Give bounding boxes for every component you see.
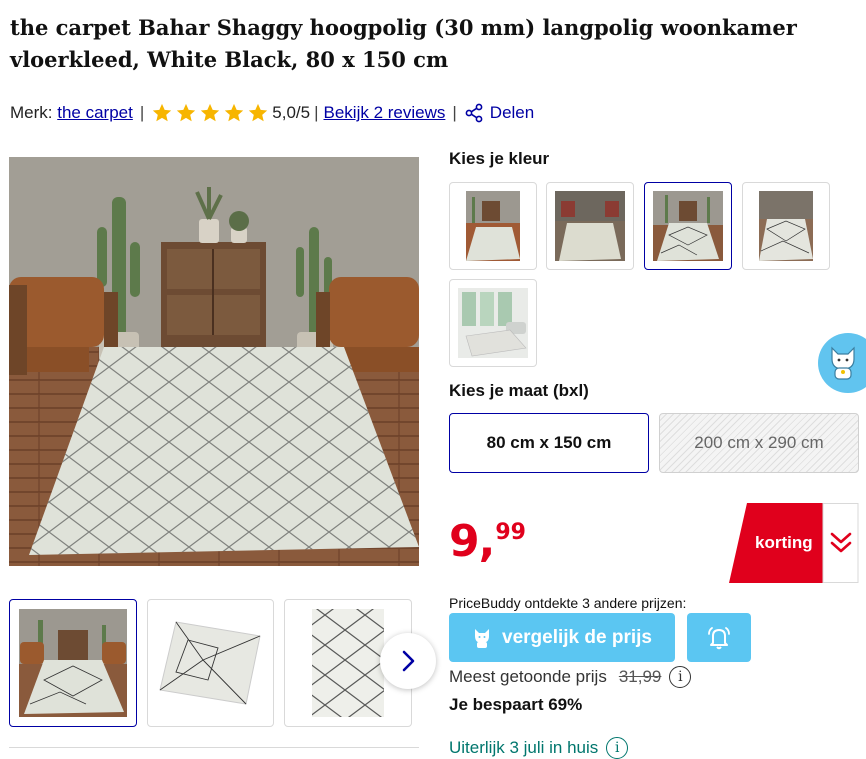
product-title: the carpet Bahar Shaggy hoogpolig (30 mm… <box>10 15 797 72</box>
price-alert-button[interactable] <box>687 613 751 662</box>
chevron-right-icon <box>402 650 415 672</box>
divider <box>9 747 419 748</box>
rating-stars <box>151 102 269 124</box>
star-icon <box>249 103 268 122</box>
compare-price-label: vergelijk de prijs <box>502 626 652 648</box>
color-option-4[interactable] <box>742 182 830 270</box>
most-shown-label: Meest getoonde prijs <box>449 667 607 686</box>
saving-text: Je bespaart 69% <box>449 695 583 714</box>
lucky-cat-icon <box>831 346 855 380</box>
product-price: 9,99 <box>449 520 526 564</box>
product-meta-row: Merk: the carpet | 5,0/5 | Bekijk 2 revi… <box>10 102 534 124</box>
color-option-5[interactable] <box>449 279 537 367</box>
color-option-2[interactable] <box>546 182 634 270</box>
share-button[interactable]: Delen <box>464 103 534 123</box>
cat-icon <box>475 628 490 648</box>
delivery-text: Uiterlijk 3 juli in huis <box>449 738 599 757</box>
size-select-label: Kies je maat (bxl) <box>449 381 589 400</box>
share-icon <box>465 103 483 123</box>
share-label: Delen <box>489 103 535 122</box>
chat-assistant-button[interactable] <box>818 333 866 393</box>
separator: | <box>314 103 319 122</box>
color-select-label: Kies je kleur <box>449 149 550 168</box>
price-integer: 9, <box>449 516 495 567</box>
star-icon <box>153 103 172 122</box>
gallery-thumbnail-1[interactable] <box>9 599 137 727</box>
size-option-label: 80 cm x 150 cm <box>486 433 612 452</box>
rating-score: 5,0/5 <box>272 103 311 122</box>
star-icon <box>177 103 196 122</box>
info-icon[interactable]: i <box>606 737 629 759</box>
info-icon[interactable]: i <box>669 666 692 688</box>
discount-badge[interactable]: korting <box>729 503 859 583</box>
chevron-double-down-icon <box>830 532 852 553</box>
main-product-image[interactable] <box>9 157 419 566</box>
separator: | <box>139 103 145 122</box>
star-icon <box>225 103 244 122</box>
color-option-1[interactable] <box>449 182 537 270</box>
brand-link[interactable]: the carpet <box>57 103 133 123</box>
price-decimals: 99 <box>495 520 526 545</box>
size-option-200x290[interactable]: 200 cm x 290 cm <box>659 413 859 473</box>
brand-prefix: Merk: <box>10 103 53 122</box>
gallery-thumbnail-2[interactable] <box>147 599 274 727</box>
gallery-next-button[interactable] <box>380 633 436 689</box>
delivery-row: Uiterlijk 3 juli in huis i <box>449 737 629 759</box>
bell-icon <box>708 626 730 649</box>
color-option-3[interactable] <box>644 182 732 270</box>
most-shown-price: 31,99 <box>618 667 662 686</box>
most-shown-price-row: Meest getoonde prijs 31,99 i <box>449 666 692 688</box>
discount-badge-label: korting <box>755 533 813 552</box>
pricebuddy-intro: PriceBuddy ontdekte 3 andere prijzen: <box>449 595 687 611</box>
compare-price-button[interactable]: vergelijk de prijs <box>449 613 675 662</box>
star-icon <box>201 103 220 122</box>
size-option-80x150[interactable]: 80 cm x 150 cm <box>449 413 649 473</box>
reviews-link[interactable]: Bekijk 2 reviews <box>324 103 446 123</box>
separator: | <box>452 103 457 122</box>
size-option-label: 200 cm x 290 cm <box>694 433 824 452</box>
